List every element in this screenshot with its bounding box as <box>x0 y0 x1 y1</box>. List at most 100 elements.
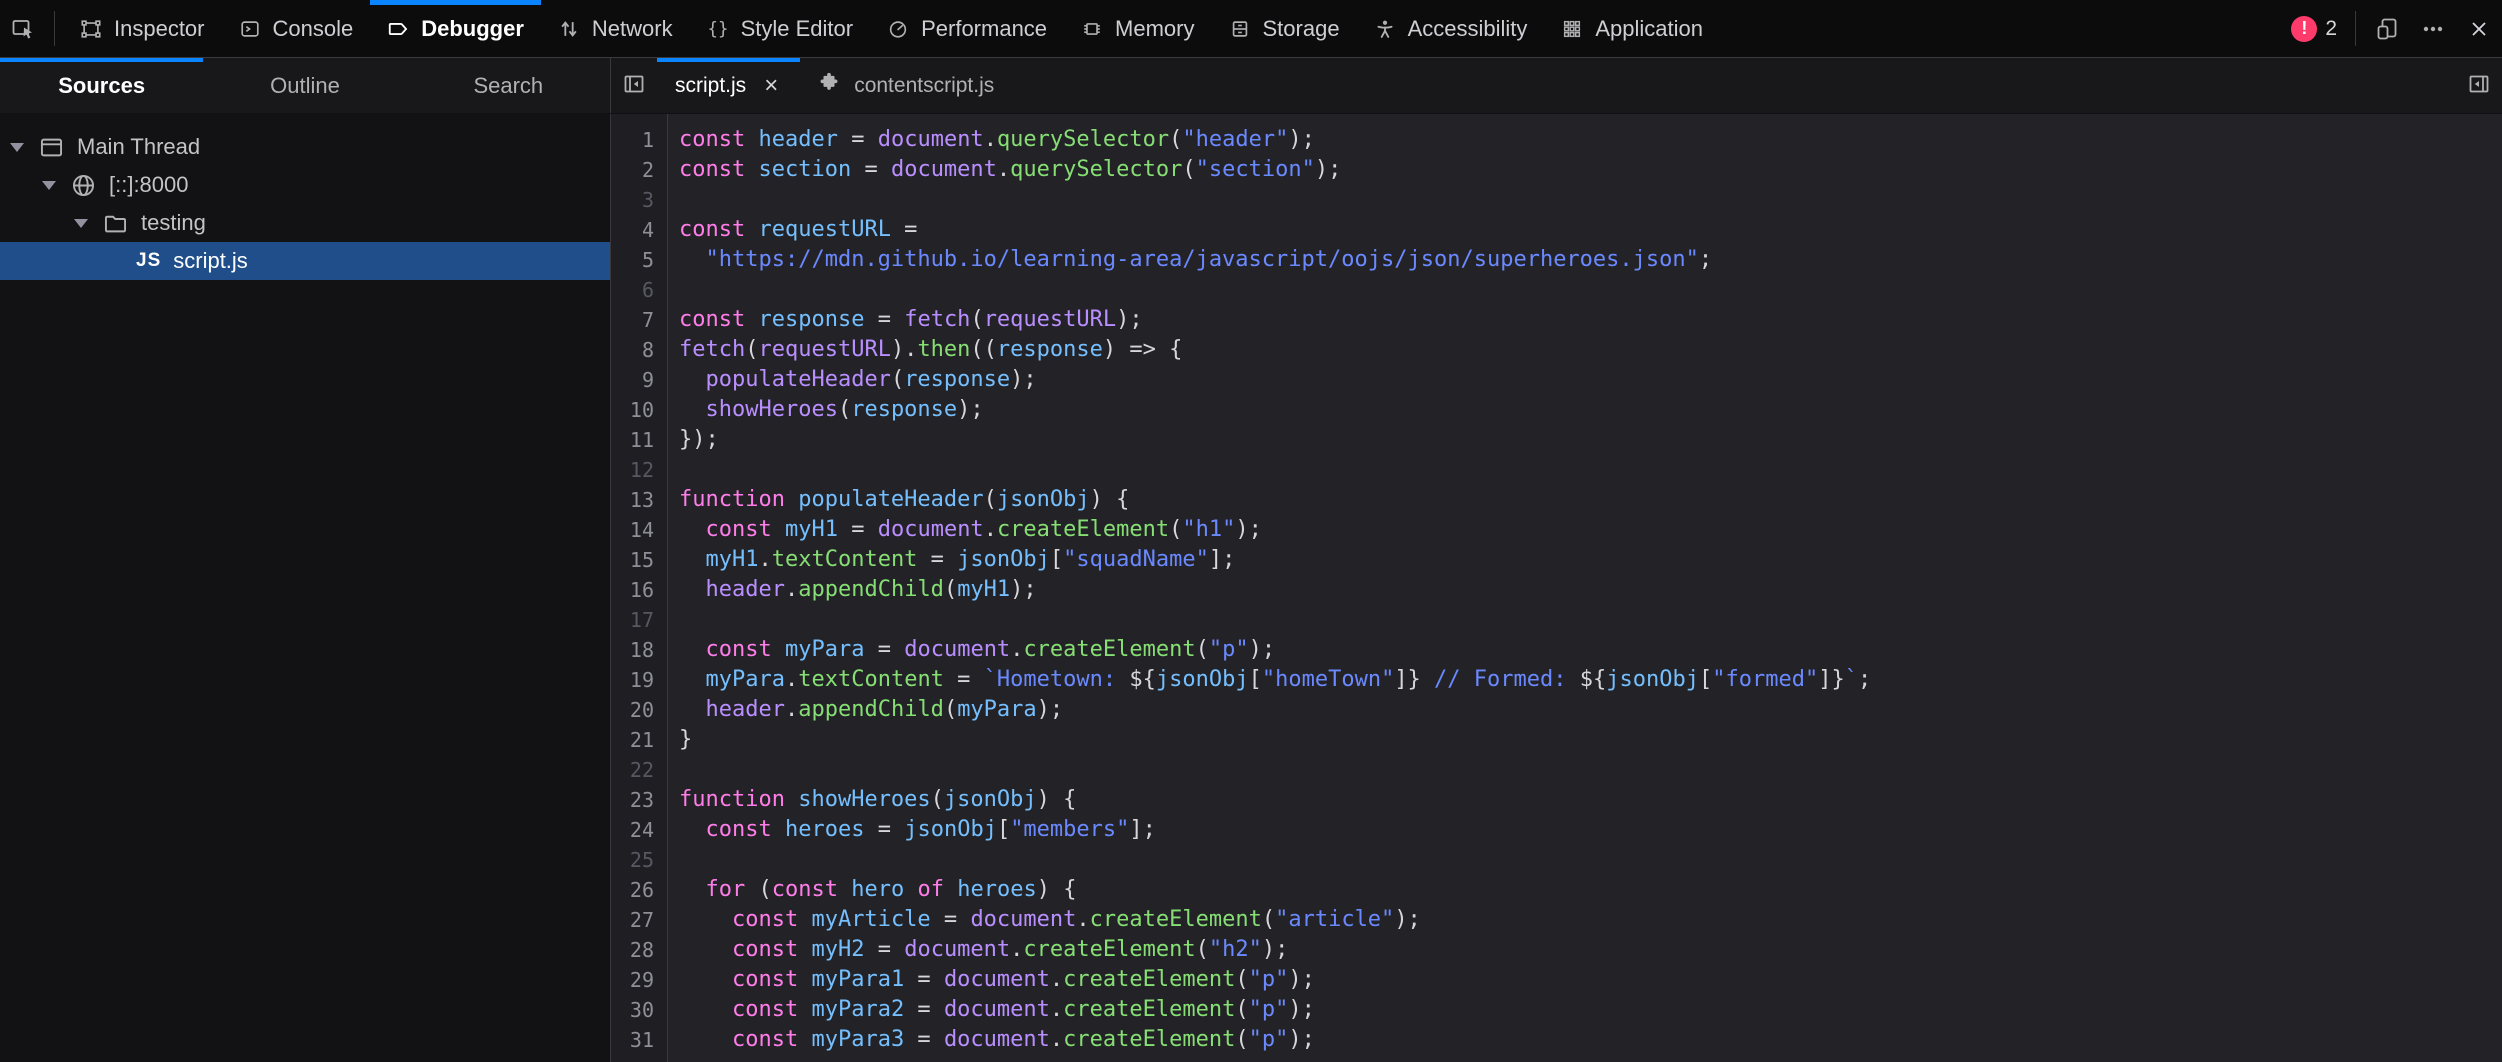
line-number[interactable]: 30 <box>611 995 667 1025</box>
tree-item-main-thread[interactable]: Main Thread <box>0 128 610 166</box>
code-line: 8fetch(requestURL).then((response) => { <box>611 335 2502 365</box>
code-line: 18 const myPara = document.createElement… <box>611 635 2502 665</box>
collapse-right-panel-button[interactable] <box>2456 58 2502 113</box>
code-line: 30 const myPara2 = document.createElemen… <box>611 995 2502 1025</box>
js-file-icon: JS <box>136 250 161 272</box>
line-number[interactable]: 12 <box>611 455 667 485</box>
code-line-content: const myH1 = document.createElement("h1"… <box>667 515 1262 545</box>
tab-application[interactable]: Application <box>1544 0 1720 57</box>
responsive-design-mode-icon <box>2375 17 2399 41</box>
window-icon <box>38 134 65 161</box>
panel-tabs: Sources Outline Search <box>0 58 611 113</box>
line-number[interactable]: 2 <box>611 155 667 185</box>
line-number[interactable]: 18 <box>611 635 667 665</box>
tab-label: Accessibility <box>1408 16 1528 42</box>
tab-label: Debugger <box>421 16 524 42</box>
tab-performance[interactable]: Performance <box>870 0 1064 57</box>
code-line-content: function populateHeader(jsonObj) { <box>667 485 1129 515</box>
tab-style-editor[interactable]: {} Style Editor <box>690 0 871 57</box>
error-badge-icon: ! <box>2291 16 2317 42</box>
tab-console[interactable]: Console <box>222 0 371 57</box>
error-count: 2 <box>2325 17 2337 41</box>
line-number[interactable]: 10 <box>611 395 667 425</box>
line-number[interactable]: 22 <box>611 755 667 785</box>
code-line-content: myPara.textContent = `Hometown: ${jsonOb… <box>667 665 1871 695</box>
line-number[interactable]: 11 <box>611 425 667 455</box>
source-tab-scriptjs[interactable]: script.js × <box>657 58 800 113</box>
accessibility-icon <box>1374 18 1396 40</box>
line-number[interactable]: 3 <box>611 185 667 215</box>
tab-accessibility[interactable]: Accessibility <box>1357 0 1545 57</box>
close-tab-icon[interactable]: × <box>760 72 782 100</box>
tab-storage[interactable]: Storage <box>1212 0 1357 57</box>
line-number[interactable]: 7 <box>611 305 667 335</box>
tab-search[interactable]: Search <box>407 58 610 113</box>
line-number[interactable]: 9 <box>611 365 667 395</box>
collapse-panel-left-icon <box>622 72 646 99</box>
tabbar-spacer <box>1012 58 2456 113</box>
line-number[interactable]: 28 <box>611 935 667 965</box>
code-line: 17 <box>611 605 2502 635</box>
line-number[interactable]: 20 <box>611 695 667 725</box>
responsive-design-mode-button[interactable] <box>2364 0 2410 57</box>
code-line-content: myH1.textContent = jsonObj["squadName"]; <box>667 545 1235 575</box>
error-badge[interactable]: ! 2 <box>2281 0 2347 57</box>
tab-inspector[interactable]: Inspector <box>63 0 222 57</box>
close-devtools-button[interactable] <box>2456 0 2502 57</box>
line-number[interactable]: 14 <box>611 515 667 545</box>
expand-caret-icon[interactable] <box>42 181 56 190</box>
line-number[interactable]: 24 <box>611 815 667 845</box>
code-line: 21} <box>611 725 2502 755</box>
inspector-icon <box>80 18 102 40</box>
code-line: 7const response = fetch(requestURL); <box>611 305 2502 335</box>
code-line: 28 const myH2 = document.createElement("… <box>611 935 2502 965</box>
tab-outline[interactable]: Outline <box>203 58 406 113</box>
line-number[interactable]: 19 <box>611 665 667 695</box>
code-line: 16 header.appendChild(myH1); <box>611 575 2502 605</box>
expand-caret-icon[interactable] <box>10 143 24 152</box>
line-number[interactable]: 5 <box>611 245 667 275</box>
node-picker-button[interactable] <box>0 0 46 57</box>
expand-caret-icon[interactable] <box>74 219 88 228</box>
tree-item-testing-folder[interactable]: testing <box>0 204 610 242</box>
line-number[interactable]: 31 <box>611 1025 667 1055</box>
line-number[interactable]: 29 <box>611 965 667 995</box>
style-editor-icon: {} <box>707 18 729 40</box>
meatball-menu-button[interactable] <box>2410 0 2456 57</box>
line-number[interactable]: 27 <box>611 905 667 935</box>
line-number[interactable]: 21 <box>611 725 667 755</box>
code-line-content: const requestURL = <box>667 215 917 245</box>
line-number[interactable]: 1 <box>611 125 667 155</box>
code-line-content: const header = document.querySelector("h… <box>667 125 1315 155</box>
toolbar-separator <box>2355 11 2356 46</box>
debugger-icon <box>387 18 409 40</box>
line-number[interactable]: 8 <box>611 335 667 365</box>
memory-icon <box>1081 18 1103 40</box>
code-line: 27 const myArticle = document.createElem… <box>611 905 2502 935</box>
tab-sources[interactable]: Sources <box>0 58 203 113</box>
tab-network[interactable]: Network <box>541 0 690 57</box>
line-number[interactable]: 16 <box>611 575 667 605</box>
network-icon <box>558 18 580 40</box>
tree-item-scriptjs[interactable]: JS script.js <box>0 242 610 280</box>
code-line-content: const response = fetch(requestURL); <box>667 305 1143 335</box>
line-number[interactable]: 25 <box>611 845 667 875</box>
source-tab-contentscriptjs[interactable]: contentscript.js <box>800 58 1012 113</box>
code-line-content <box>667 605 679 635</box>
line-number[interactable]: 15 <box>611 545 667 575</box>
code-line: 22 <box>611 755 2502 785</box>
tree-item-host[interactable]: [::]:8000 <box>0 166 610 204</box>
line-number[interactable]: 26 <box>611 875 667 905</box>
code-editor[interactable]: 1const header = document.querySelector("… <box>611 114 2502 1062</box>
code-line: 13function populateHeader(jsonObj) { <box>611 485 2502 515</box>
line-number[interactable]: 23 <box>611 785 667 815</box>
code-line-content: const section = document.querySelector("… <box>667 155 1341 185</box>
line-number[interactable]: 6 <box>611 275 667 305</box>
tab-debugger[interactable]: Debugger <box>370 0 541 57</box>
tab-memory[interactable]: Memory <box>1064 0 1211 57</box>
line-number[interactable]: 17 <box>611 605 667 635</box>
line-number[interactable]: 13 <box>611 485 667 515</box>
collapse-sources-panel-button[interactable] <box>611 58 657 113</box>
code-line-content: const heroes = jsonObj["members"]; <box>667 815 1156 845</box>
line-number[interactable]: 4 <box>611 215 667 245</box>
